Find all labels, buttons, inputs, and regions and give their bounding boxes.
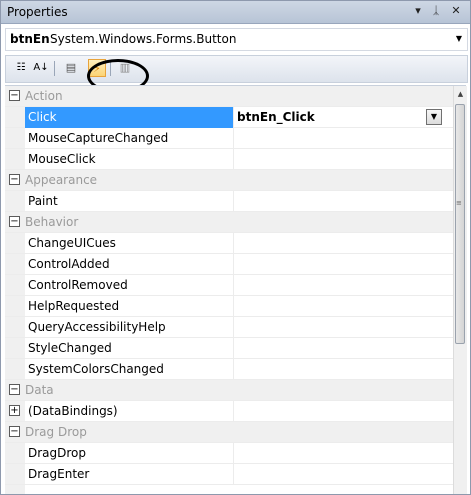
- grid-row[interactable]: ControlRemoved: [5, 275, 453, 296]
- grid-row[interactable]: + (DataBindings): [5, 401, 453, 422]
- event-label: ControlRemoved: [28, 278, 128, 292]
- collapse-icon[interactable]: −: [9, 384, 20, 395]
- scroll-up-icon[interactable]: ▲: [454, 88, 467, 100]
- properties-window: Properties ▾ ᛣ ✕ btnEn System.Windows.Fo…: [0, 0, 471, 495]
- expand-icon[interactable]: +: [9, 405, 20, 416]
- event-label: MouseCaptureChanged: [28, 131, 169, 145]
- event-label: DragEnter: [28, 467, 90, 481]
- collapse-icon[interactable]: −: [9, 90, 20, 101]
- column-divider: [233, 275, 234, 296]
- event-label: HelpRequested: [28, 299, 120, 313]
- grid-row[interactable]: DragEnter: [5, 464, 453, 485]
- category-label: Drag Drop: [25, 425, 87, 439]
- column-divider: [233, 317, 234, 338]
- grid-row[interactable]: HelpRequested: [5, 296, 453, 317]
- category-row[interactable]: − Appearance: [5, 170, 453, 191]
- collapse-icon[interactable]: −: [9, 174, 20, 185]
- category-row[interactable]: − Drag Drop: [5, 422, 453, 443]
- column-divider: [233, 443, 234, 464]
- column-divider: [233, 107, 234, 128]
- column-divider: [233, 464, 234, 485]
- grid-row[interactable]: Click btnEn_Click ▼: [5, 107, 453, 128]
- event-label: (DataBindings): [28, 404, 118, 418]
- property-grid: − Action Click btnEn_Click ▼ MouseCaptur…: [5, 85, 467, 494]
- column-divider: [233, 254, 234, 275]
- column-divider: [233, 296, 234, 317]
- chevron-down-icon[interactable]: ▼: [453, 33, 465, 45]
- grid-row[interactable]: QueryAccessibilityHelp: [5, 317, 453, 338]
- collapse-icon[interactable]: −: [9, 216, 20, 227]
- object-selector[interactable]: btnEn System.Windows.Forms.Button ▼: [5, 28, 468, 51]
- title-bar[interactable]: Properties ▾ ᛣ ✕: [1, 1, 470, 24]
- category-label: Behavior: [25, 215, 79, 229]
- event-label: Click: [28, 110, 57, 124]
- category-label: Data: [25, 383, 54, 397]
- event-label: SystemColorsChanged: [28, 362, 164, 376]
- column-divider: [233, 359, 234, 380]
- window-position-dropdown-icon[interactable]: ▾: [411, 4, 425, 18]
- category-row[interactable]: − Behavior: [5, 212, 453, 233]
- column-divider: [233, 128, 234, 149]
- grid-row[interactable]: MouseCaptureChanged: [5, 128, 453, 149]
- alphabetical-icon[interactable]: A↓: [32, 59, 50, 77]
- grid-row[interactable]: ChangeUICues: [5, 233, 453, 254]
- event-label: DragDrop: [28, 446, 87, 460]
- event-label: Paint: [28, 194, 58, 208]
- column-divider: [233, 233, 234, 254]
- category-label: Action: [25, 89, 63, 103]
- toolbar-separator: [54, 61, 55, 76]
- event-label: QueryAccessibilityHelp: [28, 320, 166, 334]
- event-label: ChangeUICues: [28, 236, 116, 250]
- toolbar-separator: [110, 61, 111, 76]
- vertical-scrollbar[interactable]: ▲ ≡: [453, 86, 467, 494]
- pin-icon[interactable]: ᛣ: [429, 4, 443, 18]
- property-pages-icon[interactable]: ▥: [116, 59, 134, 77]
- grip-icon: ≡: [456, 199, 462, 207]
- close-icon[interactable]: ✕: [449, 4, 463, 18]
- chevron-down-icon[interactable]: ▼: [426, 109, 442, 125]
- object-type: System.Windows.Forms.Button: [50, 32, 237, 46]
- column-divider: [233, 338, 234, 359]
- grid-row[interactable]: DragDrop: [5, 443, 453, 464]
- events-icon[interactable]: ⚡: [88, 59, 106, 77]
- properties-toolbar: ☷ A↓ ▤ ⚡ ▥: [5, 55, 468, 83]
- category-row[interactable]: − Action: [5, 86, 453, 107]
- column-divider: [233, 191, 234, 212]
- event-label: ControlAdded: [28, 257, 110, 271]
- grid-row[interactable]: StyleChanged: [5, 338, 453, 359]
- column-divider: [233, 401, 234, 422]
- grid-row[interactable]: MouseClick: [5, 149, 453, 170]
- event-label: StyleChanged: [28, 341, 112, 355]
- column-divider: [233, 149, 234, 170]
- category-label: Appearance: [25, 173, 98, 187]
- scroll-thumb[interactable]: [455, 104, 465, 344]
- collapse-icon[interactable]: −: [9, 426, 20, 437]
- grid-row[interactable]: SystemColorsChanged: [5, 359, 453, 380]
- object-name: btnEn: [10, 32, 50, 46]
- category-row[interactable]: − Data: [5, 380, 453, 401]
- grid-row[interactable]: ControlAdded: [5, 254, 453, 275]
- event-value[interactable]: btnEn_Click: [237, 110, 315, 124]
- categorized-icon[interactable]: ☷: [12, 59, 30, 77]
- window-title: Properties: [7, 5, 68, 19]
- grid-row[interactable]: Paint: [5, 191, 453, 212]
- properties-icon[interactable]: ▤: [62, 59, 80, 77]
- event-label: MouseClick: [28, 152, 96, 166]
